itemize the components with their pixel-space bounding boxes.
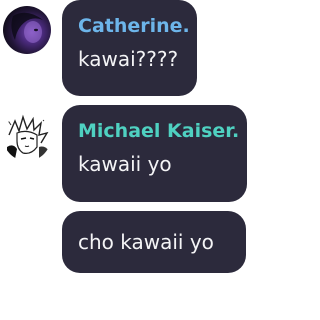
avatar-michael-kaiser[interactable] [3, 113, 51, 161]
avatar-catherine[interactable] [3, 6, 51, 54]
message-bubble: Catherine. kawai???? [62, 0, 197, 96]
message-text: kawai???? [78, 47, 179, 71]
sender-name[interactable]: Michael Kaiser. [78, 119, 247, 143]
portrait-icon [11, 12, 43, 43]
message-text: cho kawaii yo [78, 230, 214, 254]
message-text: kawaii yo [78, 152, 172, 176]
manga-sketch-icon [6, 114, 49, 159]
sender-name[interactable]: Catherine. [78, 14, 197, 38]
message-bubble: Michael Kaiser. kawaii yo [62, 105, 247, 202]
message-bubble: cho kawaii yo [62, 211, 246, 273]
